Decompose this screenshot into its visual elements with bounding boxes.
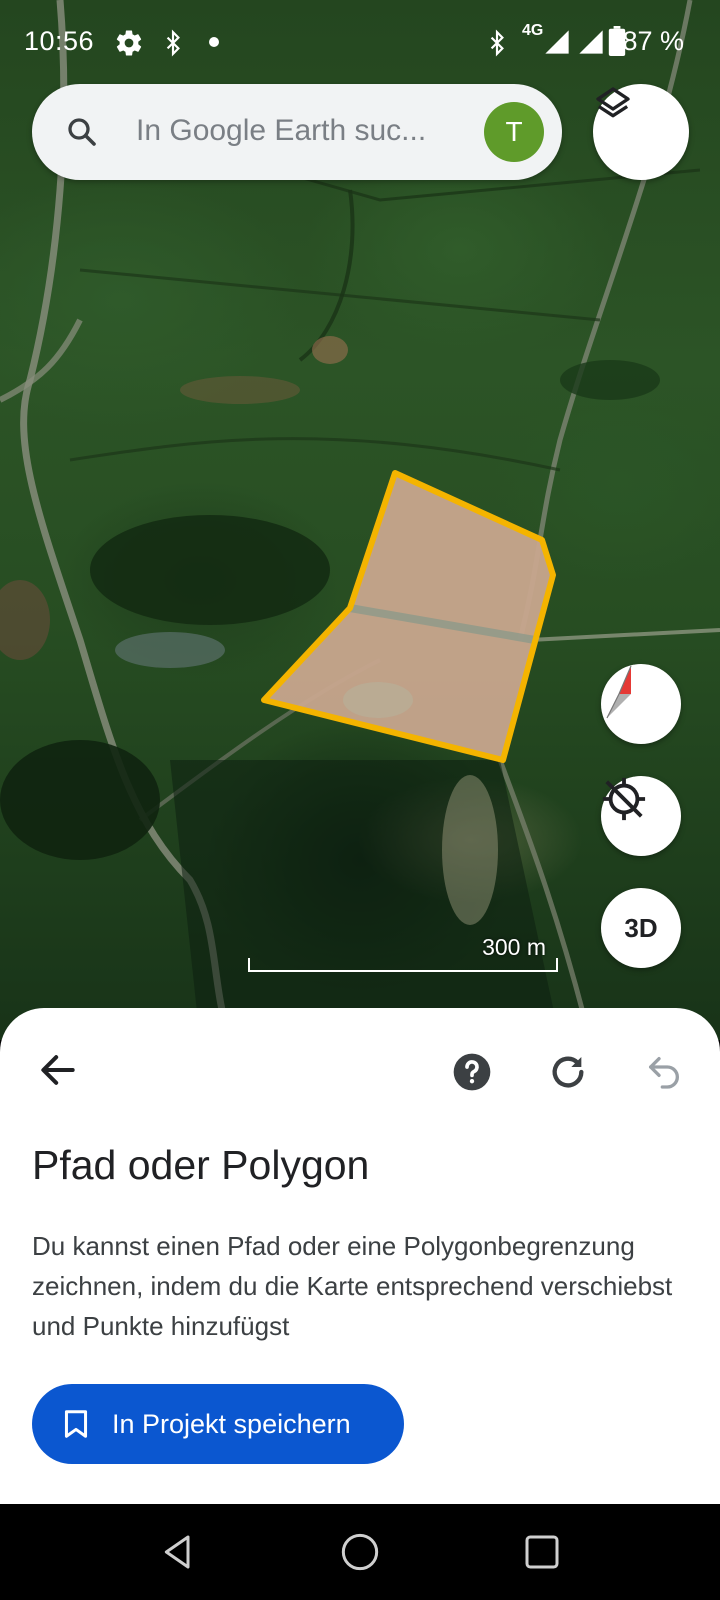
search-input[interactable]: In Google Earth suc... <box>136 114 426 148</box>
page-title: Pfad oder Polygon <box>32 1142 370 1188</box>
layers-button[interactable] <box>593 84 689 180</box>
my-location-button[interactable] <box>601 776 681 856</box>
battery-percent: 87 % <box>622 26 684 56</box>
nav-recents-icon[interactable] <box>522 1532 562 1572</box>
network-type: 4G <box>522 22 544 39</box>
compass-button[interactable] <box>601 664 681 744</box>
satellite-map[interactable]: 10:56 4G 87 % In Google Earth suc... T 3… <box>0 0 720 1040</box>
bottom-sheet: Pfad oder Polygon Du kannst einen Pfad o… <box>0 1008 720 1504</box>
save-button-label: In Projekt speichern <box>112 1408 351 1439</box>
scale-bar: 300 m <box>248 932 558 972</box>
undo-icon[interactable] <box>644 1052 684 1092</box>
bluetooth-icon <box>490 29 504 57</box>
gear-icon <box>116 30 142 56</box>
scale-label: 300 m <box>482 934 546 960</box>
scale-line <box>248 958 558 972</box>
layers-icon <box>596 87 630 118</box>
dot-icon <box>209 37 219 47</box>
signal-icon <box>579 30 603 54</box>
signal-icon <box>545 30 569 54</box>
back-arrow-icon[interactable] <box>36 1048 80 1092</box>
system-nav-bar <box>0 1504 720 1600</box>
compass-icon <box>606 665 632 719</box>
location-off-icon <box>602 777 646 821</box>
avatar[interactable]: T <box>484 102 544 162</box>
save-to-project-button[interactable]: In Projekt speichern <box>32 1384 404 1464</box>
bluetooth-icon <box>166 29 180 57</box>
redo-icon[interactable] <box>548 1052 588 1092</box>
search-icon <box>68 118 96 146</box>
status-bar: 10:56 4G 87 % <box>0 0 720 84</box>
nav-home-icon[interactable] <box>340 1532 380 1572</box>
nav-back-icon[interactable] <box>158 1532 198 1572</box>
3d-toggle-button[interactable]: 3D <box>601 888 681 968</box>
bookmark-icon <box>64 1410 88 1438</box>
status-time: 10:56 <box>24 26 95 56</box>
help-icon[interactable] <box>452 1052 492 1092</box>
description-text: Du kannst einen Pfad oder eine Polygonbe… <box>32 1231 673 1341</box>
search-bar[interactable]: In Google Earth suc... T <box>32 84 562 180</box>
